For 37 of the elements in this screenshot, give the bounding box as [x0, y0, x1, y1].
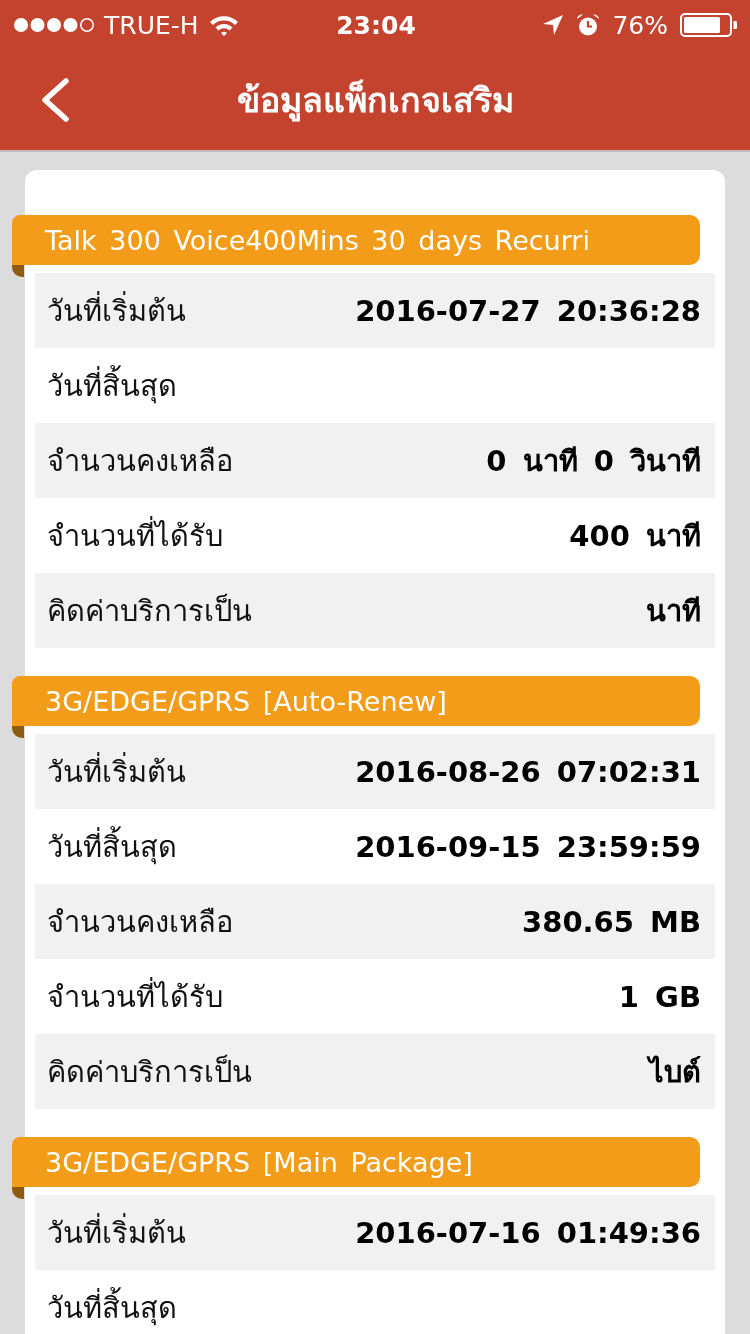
location-arrow-icon: [542, 14, 565, 36]
ribbon-fold-icon: [12, 726, 24, 738]
field-label: คิดค่าบริการเป็น: [47, 592, 252, 630]
back-icon[interactable]: [40, 78, 70, 122]
page-title: ข้อมูลแพ็กเกจเสริม: [235, 78, 515, 124]
field-value: 2016-07-16 01:49:36: [355, 1215, 701, 1250]
field-value: นาที: [646, 592, 701, 630]
field-value: 2016-08-26 07:02:31: [355, 754, 701, 789]
field-label: วันที่เริ่มต้น: [47, 751, 186, 791]
field-value: 380.65 MB: [522, 904, 701, 939]
battery-icon: [680, 13, 738, 37]
ribbon-fold-icon: [12, 265, 24, 277]
package-title-ribbon: 3G/EDGE/GPRS [Main Package]: [12, 1137, 700, 1187]
field-label: วันที่สิ้นสุด: [47, 362, 177, 409]
field-value: 0 นาที 0 วินาที: [486, 442, 701, 480]
alarm-clock-icon: [576, 13, 601, 37]
field-label: วันที่สิ้นสุด: [47, 823, 177, 870]
field-label: วันที่เริ่มต้น: [47, 1212, 186, 1252]
field-label: คิดค่าบริการเป็น: [47, 1053, 252, 1091]
status-time: 23:04: [336, 10, 416, 40]
signal-strength-icon: [14, 17, 94, 33]
field-label: จำนวนคงเหลือ: [47, 442, 233, 480]
carrier-name: TRUE-H: [104, 10, 199, 40]
field-value: 1 GB: [618, 979, 701, 1014]
field-label: วันที่สิ้นสุด: [47, 1284, 177, 1331]
package-title-ribbon: 3G/EDGE/GPRS [Auto-Renew]: [12, 676, 700, 726]
field-label: จำนวนที่ได้รับ: [47, 976, 223, 1016]
field-label: วันที่เริ่มต้น: [47, 290, 186, 330]
package-title-ribbon: Talk 300 Voice400Mins 30 days Recurri: [12, 215, 700, 265]
field-value: 2016-09-15 23:59:59: [355, 829, 701, 864]
field-value: 2016-07-27 20:36:28: [355, 293, 701, 328]
field-label: จำนวนคงเหลือ: [47, 903, 233, 941]
battery-percentage: 76%: [612, 10, 668, 40]
field-value: 400 นาที: [569, 517, 701, 555]
ribbon-fold-icon: [12, 1187, 24, 1199]
field-label: จำนวนที่ได้รับ: [47, 515, 223, 555]
wifi-icon: [208, 14, 239, 36]
